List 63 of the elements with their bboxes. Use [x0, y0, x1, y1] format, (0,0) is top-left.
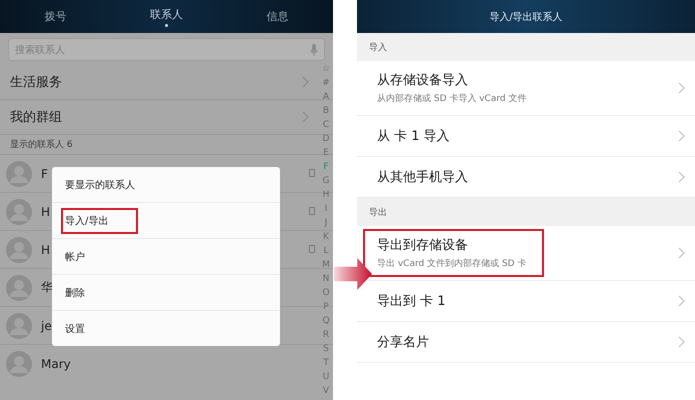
- chevron-icon: [302, 76, 309, 88]
- chevron-icon: [302, 111, 309, 123]
- index-letter[interactable]: Q: [322, 314, 330, 328]
- index-letter[interactable]: #: [322, 76, 330, 90]
- index-letter[interactable]: O: [322, 286, 330, 300]
- avatar-icon: [6, 274, 32, 300]
- index-letter[interactable]: M: [322, 258, 330, 272]
- chevron-icon: [678, 82, 685, 94]
- avatar-icon: [6, 236, 32, 262]
- tab[interactable]: 联系人: [111, 0, 222, 33]
- index-letter[interactable]: C: [322, 118, 330, 132]
- index-letter[interactable]: E: [323, 146, 329, 160]
- section-heading: 显示的联系人 6: [10, 138, 73, 152]
- index-letter[interactable]: K: [323, 230, 329, 244]
- microphone-icon: [310, 44, 318, 56]
- index-letter[interactable]: V: [322, 384, 330, 398]
- index-letter[interactable]: N: [322, 272, 330, 286]
- menu-option[interactable]: 从 卡 1 导入: [363, 119, 468, 153]
- index-letter[interactable]: L: [323, 244, 328, 258]
- avatar-icon: [6, 350, 32, 376]
- menu-item[interactable]: 帐户: [61, 244, 115, 270]
- chevron-icon: [678, 295, 685, 307]
- menu-option[interactable]: 导出到 卡 1: [363, 284, 464, 318]
- contact-name: 华: [41, 279, 53, 296]
- menu-item[interactable]: 导入/导出: [61, 208, 138, 234]
- tab[interactable]: 信息: [222, 0, 333, 33]
- avatar-icon: [6, 312, 32, 338]
- index-letter[interactable]: D: [322, 132, 330, 146]
- contact-name: F: [41, 166, 48, 180]
- index-letter[interactable]: P: [323, 300, 329, 314]
- index-letter[interactable]: R: [322, 328, 330, 342]
- avatar-icon: [6, 160, 32, 186]
- menu-item[interactable]: 设置: [61, 316, 115, 342]
- tab[interactable]: 拨号: [0, 0, 111, 33]
- chevron-icon: [678, 130, 685, 142]
- chevron-icon: [678, 336, 685, 348]
- contact-name: Mary: [41, 356, 71, 370]
- contact-name: je: [41, 318, 52, 332]
- index-letter[interactable]: B: [322, 104, 330, 118]
- section-heading: 导出: [357, 198, 695, 226]
- menu-item[interactable]: 删除: [61, 280, 115, 306]
- index-letter[interactable]: S: [323, 342, 329, 356]
- menu-item[interactable]: 要显示的联系人: [61, 172, 165, 198]
- index-letter[interactable]: T: [323, 356, 329, 370]
- section-heading: 导入: [357, 33, 695, 61]
- menu-option[interactable]: 分享名片: [363, 325, 447, 359]
- index-letter[interactable]: G: [322, 174, 330, 188]
- contact-name: H: [41, 242, 50, 256]
- screen-title: 导入/导出联系人: [488, 10, 564, 24]
- contact-name: H: [41, 204, 50, 218]
- index-letter[interactable]: J: [324, 216, 328, 230]
- menu-option[interactable]: 从其他手机导入: [363, 160, 486, 194]
- arrow-icon: [334, 258, 372, 290]
- chevron-icon: [678, 247, 685, 259]
- index-letter[interactable]: U: [322, 370, 330, 384]
- chevron-icon: [678, 171, 685, 183]
- index-letter[interactable]: ☆: [322, 62, 330, 76]
- avatar-icon: [6, 198, 32, 224]
- index-letter[interactable]: I: [324, 202, 328, 216]
- index-letter[interactable]: H: [322, 188, 330, 202]
- index-letter[interactable]: F: [323, 160, 329, 174]
- menu-option[interactable]: 导出到存储设备 导出 vCard 文件到内部存储或 SD 卡: [363, 229, 544, 277]
- menu-option[interactable]: 从存储设备导入 从内部存储或 SD 卡导入 vCard 文件: [363, 64, 544, 112]
